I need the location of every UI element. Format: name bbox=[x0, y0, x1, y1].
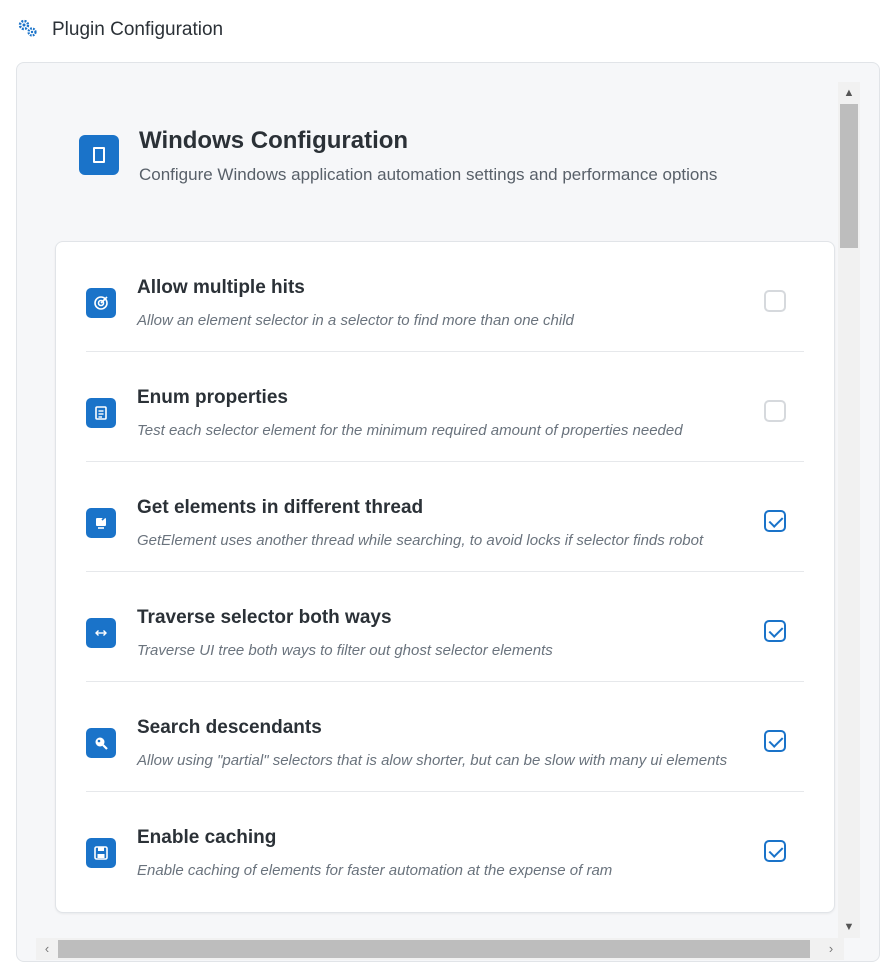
options-card: Allow multiple hits Allow an element sel… bbox=[55, 241, 835, 913]
allow-multiple-hits-checkbox[interactable] bbox=[764, 290, 786, 312]
arrows-horizontal-icon bbox=[86, 618, 116, 648]
option-traverse-both-ways: Traverse selector both ways Traverse UI … bbox=[86, 572, 804, 682]
scroll-right-icon[interactable]: › bbox=[822, 940, 840, 958]
option-description: Traverse UI tree both ways to filter out… bbox=[137, 642, 553, 659]
horizontal-scrollbar[interactable]: ‹ › bbox=[36, 938, 844, 960]
option-title: Search descendants bbox=[137, 717, 322, 738]
traverse-both-ways-checkbox[interactable] bbox=[764, 620, 786, 642]
option-allow-multiple-hits: Allow multiple hits Allow an element sel… bbox=[86, 242, 804, 352]
horizontal-scroll-thumb[interactable] bbox=[58, 940, 810, 958]
different-thread-checkbox[interactable] bbox=[764, 510, 786, 532]
option-title: Traverse selector both ways bbox=[137, 607, 392, 628]
config-panel: Windows Configuration Configure Windows … bbox=[16, 62, 880, 962]
option-different-thread: Get elements in different thread GetElem… bbox=[86, 462, 804, 572]
magnifier-icon bbox=[86, 728, 116, 758]
option-description: Enable caching of elements for faster au… bbox=[137, 862, 613, 879]
window-icon bbox=[79, 135, 119, 175]
option-description: Allow using "partial" selectors that is … bbox=[137, 752, 728, 769]
enable-caching-checkbox[interactable] bbox=[764, 840, 786, 862]
option-enable-caching: Enable caching Enable caching of element… bbox=[86, 792, 804, 902]
scroll-left-icon[interactable]: ‹ bbox=[38, 940, 56, 958]
gears-icon bbox=[16, 18, 40, 42]
vertical-scroll-thumb[interactable] bbox=[840, 104, 858, 248]
section-title: Windows Configuration bbox=[139, 127, 409, 154]
option-description: Test each selector element for the minim… bbox=[137, 422, 683, 439]
option-description: GetElement uses another thread while sea… bbox=[137, 532, 704, 549]
scroll-up-icon[interactable]: ▲ bbox=[840, 84, 858, 102]
enum-properties-checkbox[interactable] bbox=[764, 400, 786, 422]
option-title: Enable caching bbox=[137, 827, 277, 848]
option-description: Allow an element selector in a selector … bbox=[137, 312, 574, 329]
scroll-down-icon[interactable]: ▼ bbox=[840, 918, 858, 936]
option-title: Enum properties bbox=[137, 387, 288, 408]
option-search-descendants: Search descendants Allow using "partial"… bbox=[86, 682, 804, 792]
thread-icon bbox=[86, 508, 116, 538]
option-title: Allow multiple hits bbox=[137, 277, 305, 298]
floppy-disk-icon bbox=[86, 838, 116, 868]
search-descendants-checkbox[interactable] bbox=[764, 730, 786, 752]
page-title: Plugin Configuration bbox=[52, 19, 224, 40]
page-header: Plugin Configuration bbox=[16, 14, 223, 46]
option-enum-properties: Enum properties Test each selector eleme… bbox=[86, 352, 804, 462]
option-title: Get elements in different thread bbox=[137, 497, 424, 518]
target-icon bbox=[86, 288, 116, 318]
vertical-scrollbar[interactable]: ▲ ▼ bbox=[838, 82, 860, 938]
section-subtitle: Configure Windows application automation… bbox=[139, 165, 718, 184]
list-icon bbox=[86, 398, 116, 428]
